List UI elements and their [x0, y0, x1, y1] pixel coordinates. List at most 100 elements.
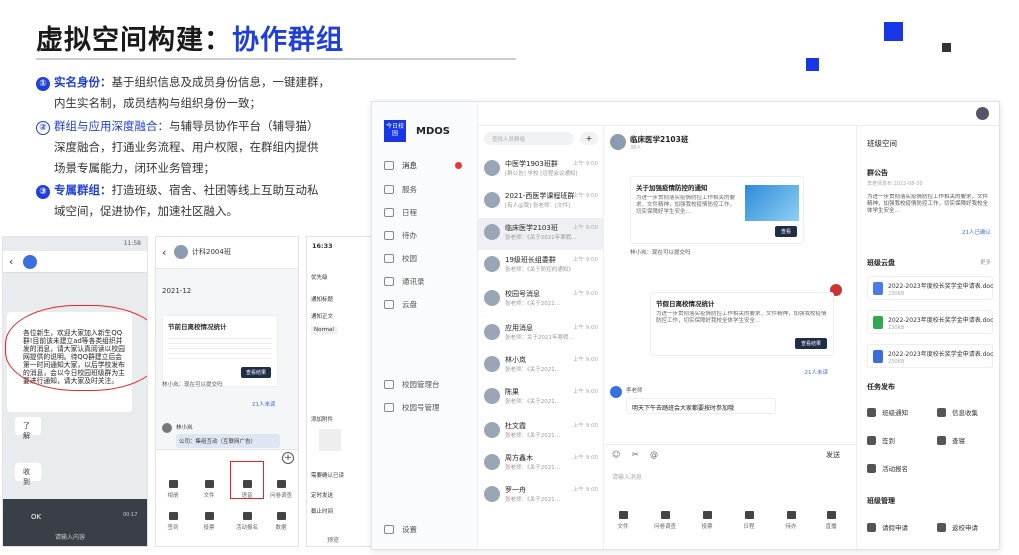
cloud-file[interactable]: 2022-2023年度校长奖学金申请表.doc 230KB — [867, 276, 993, 300]
user-avatar[interactable] — [976, 107, 989, 120]
teacher-name: 李老师 — [626, 388, 643, 394]
conversation-time: 上午 9:00 — [572, 161, 598, 167]
panel-title: 班级空间 — [867, 139, 897, 148]
task-dorm-check[interactable]: 查寝 — [937, 435, 965, 445]
return-icon — [937, 522, 946, 532]
conversation-row[interactable]: 应用消息 张老师：关于2021年寒假... 上午 9:00 — [478, 318, 604, 350]
phone-group-chat: ‹ 计科2004班 2021-12 节前日离校情况统计 查看结果 林小岚：现在可… — [155, 236, 299, 547]
avatar — [484, 256, 500, 272]
preview-button[interactable]: 预览 — [327, 535, 339, 544]
nav-services[interactable]: 服务 — [384, 180, 468, 198]
search-input[interactable]: 查找人员群组 — [484, 132, 574, 145]
file-icon — [618, 511, 628, 519]
task-class-notice[interactable]: 班级通知 — [867, 407, 908, 417]
avatar — [484, 160, 500, 176]
unread-count[interactable]: 21人未读 — [805, 368, 829, 376]
return-request[interactable]: 返校申请 — [937, 522, 978, 532]
conversation-row[interactable]: 林小岚 张老师：《关于2021... 上午 9:00 — [478, 350, 604, 382]
unread-count[interactable]: 21人未读 — [252, 400, 276, 408]
conversation-row[interactable]: 罗一舟 张老师：《关于2021... 上午 9:00 — [478, 480, 604, 512]
conversation-row[interactable]: 周方鑫木 张老师：《关于2021... 上午 9:00 — [478, 448, 604, 480]
notice-body-label: 通知正文 — [311, 314, 334, 320]
conversation-time: 上午 9:00 — [572, 487, 598, 493]
nav-cloud[interactable]: 云盘 — [384, 295, 468, 313]
teacher-avatar — [610, 386, 622, 398]
conversation-name: 19级班长组委群 — [505, 256, 556, 264]
file-size: 230KB — [888, 291, 905, 297]
conversation-preview: 张老师：《关于2021... — [505, 433, 560, 439]
view-button[interactable]: 查看 — [774, 226, 797, 237]
conversation-row[interactable]: 19级班长组委群 张老师：《关于防控的通知》 上午 9:00 — [478, 250, 604, 282]
add-button[interactable]: + — [580, 132, 598, 145]
task-checkin[interactable]: 签到 — [867, 435, 895, 445]
conversation-preview: [群公告] 学校 [远程会议通知] — [505, 171, 578, 177]
attach-label[interactable]: 添加附件 — [311, 415, 333, 423]
album-icon — [168, 480, 178, 488]
leave-request[interactable]: 请假申请 — [867, 522, 908, 532]
nav-schedule[interactable]: 日程 — [384, 203, 468, 221]
conversation-row[interactable]: 2021-西医学课程班群 [有人@我] 张老师：[文件] 上午 9:00 — [478, 186, 604, 218]
back-icon[interactable]: ‹ — [9, 255, 13, 268]
file-size: 230KB — [888, 325, 905, 331]
nav-settings[interactable]: 设置 — [384, 520, 468, 538]
campus-icon — [384, 253, 394, 263]
avatar — [484, 454, 500, 470]
doc-file-icon — [873, 282, 883, 295]
plus-icon[interactable]: + — [282, 452, 294, 464]
scheduled-send-label: 定时发送 — [311, 493, 334, 499]
confirmed-count[interactable]: 21人已确认 — [962, 228, 991, 236]
conversation-name: 应用消息 — [505, 324, 533, 332]
nav-admin[interactable]: 校园管理台 — [384, 375, 468, 393]
avatar — [484, 388, 500, 404]
task-info-collect[interactable]: 信息收集 — [937, 407, 978, 417]
conversation-row[interactable]: 中医学1903班群 [群公告] 学校 [远程会议通知] 上午 9:00 — [478, 154, 604, 186]
nav-campus-account[interactable]: 校园号管理 — [384, 398, 468, 416]
scissors-icon[interactable]: ✂ — [632, 450, 639, 459]
todo-icon — [384, 230, 394, 240]
nav-campus[interactable]: 校园 — [384, 249, 468, 267]
camera-icon[interactable] — [319, 429, 341, 451]
reply-text: 林小岚：现在可以提交吗 — [162, 382, 223, 388]
calendar-icon — [744, 511, 754, 519]
doc-file-icon — [873, 316, 883, 329]
conversation-row[interactable]: 杜文霞 张老师：《关于2021... 上午 9:00 — [478, 416, 604, 448]
status-time: 16:33 — [312, 242, 333, 250]
at-icon[interactable]: @ — [650, 450, 658, 459]
conversation-row[interactable]: 临床医学2103班 张老师：《关于2021年寒假... 上午 9:00 — [478, 218, 604, 250]
cloud-file[interactable]: 2022-2023年度校长奖学金申请表.doc 230KB — [867, 310, 993, 334]
conversation-name: 2021-西医学课程班群 — [505, 192, 575, 200]
file-size: 230KB — [888, 359, 905, 365]
reply-bubble: 了解 — [15, 417, 41, 440]
nav-contacts[interactable]: 通讯录 — [384, 272, 468, 290]
conversation-row[interactable]: 校园号消息 张老师：《关于2021... 上午 9:00 — [478, 284, 604, 316]
emoji-icon[interactable]: ☺ — [612, 450, 620, 459]
nav-todo[interactable]: 待办 — [384, 226, 468, 244]
view-results-button[interactable]: 查看结果 — [240, 367, 271, 378]
view-results-button[interactable]: 查看结果 — [794, 338, 827, 349]
app-name: MDOS — [416, 126, 450, 137]
checkin-icon — [867, 435, 876, 445]
deco-square-small — [806, 58, 819, 71]
style-select[interactable]: Normal — [311, 326, 337, 334]
conversation-time: 上午 9:00 — [572, 257, 598, 263]
nav-messages[interactable]: 消息 — [384, 156, 468, 174]
chat-title: 计科2004班 — [192, 248, 231, 256]
class-space-panel: 班级空间 群公告 李老师发布 2022-08-30 为进一步贯彻落实疫情防控工作… — [856, 126, 999, 549]
data-icon — [276, 512, 286, 520]
message-input[interactable]: 请输入内容 — [55, 532, 85, 541]
conversation-row[interactable]: 陈果 张老师：《关于2021... 上午 9:00 — [478, 382, 604, 414]
survey-icon — [276, 480, 286, 488]
notice-image — [745, 185, 799, 221]
message-icon — [384, 160, 394, 170]
cloud-file[interactable]: 2022-2023年度校长奖学金申请表.doc 230KB — [867, 344, 993, 368]
conversation-preview: 张老师：《关于2021年寒假... — [505, 235, 577, 241]
task-event[interactable]: 活动报名 — [867, 463, 908, 473]
notice-body: 为进一步贯彻落实疫情防控工作相关的要求，文件精神，加强我校疫情防控工作，切实保障… — [867, 194, 989, 214]
notice-meta: 李老师发布 2022-08-30 — [867, 181, 923, 187]
message-input[interactable]: 请输入消息 — [612, 472, 642, 481]
back-icon[interactable]: ‹ — [162, 246, 166, 259]
contacts-icon — [384, 276, 394, 286]
more-link[interactable]: 更多 — [980, 258, 991, 266]
admin-icon — [384, 379, 394, 389]
send-button[interactable]: 发送 — [826, 450, 840, 460]
